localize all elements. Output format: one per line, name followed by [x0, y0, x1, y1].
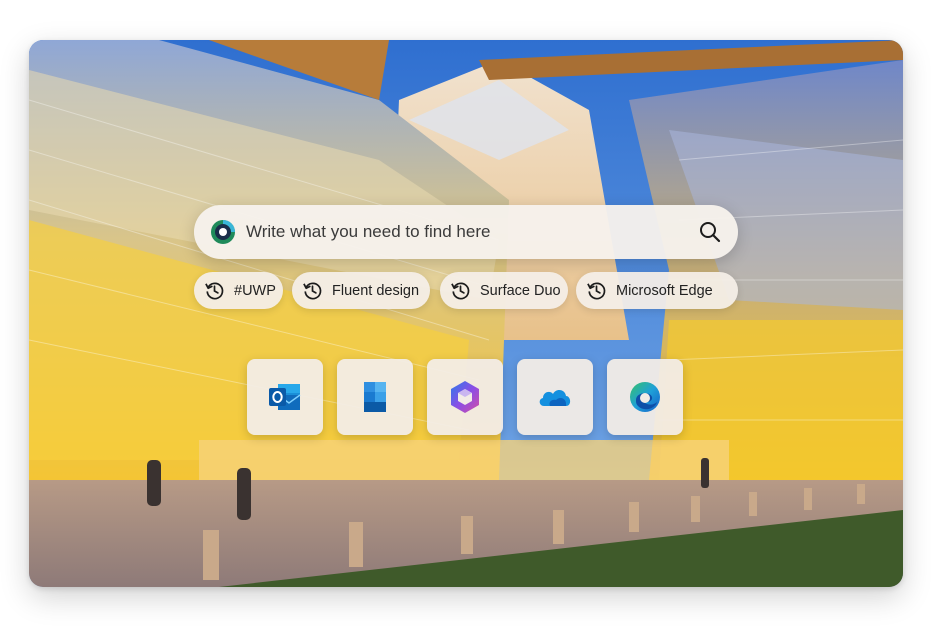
edge-icon	[630, 382, 660, 412]
app-tile-todo[interactable]	[337, 359, 413, 435]
app-tile-onedrive[interactable]	[517, 359, 593, 435]
outlook-icon	[269, 384, 301, 410]
background-photo	[29, 40, 903, 587]
recent-search-label: #UWP	[234, 283, 276, 299]
recent-search-chip[interactable]: Fluent design	[292, 272, 430, 309]
launcher-window: #UWP Fluent design Surface Duo Microsoft…	[29, 40, 903, 587]
app-tile-microsoft-365[interactable]	[427, 359, 503, 435]
todo-icon	[364, 382, 386, 412]
recent-search-label: Fluent design	[332, 283, 420, 299]
recent-search-label: Surface Duo	[480, 283, 561, 299]
microsoft-365-icon	[451, 381, 479, 413]
history-icon	[587, 282, 606, 300]
recent-search-label: Microsoft Edge	[616, 283, 713, 299]
recent-search-chip[interactable]: #UWP	[194, 272, 283, 309]
history-icon	[205, 282, 224, 300]
onedrive-icon	[539, 390, 571, 406]
search-icon[interactable]	[696, 218, 724, 246]
app-tile-outlook[interactable]	[247, 359, 323, 435]
history-icon	[451, 282, 470, 300]
recent-search-chip[interactable]: Microsoft Edge	[576, 272, 738, 309]
app-logo-icon	[211, 220, 235, 244]
recent-search-chip[interactable]: Surface Duo	[440, 272, 568, 309]
search-box[interactable]	[194, 205, 738, 259]
search-input[interactable]	[246, 205, 666, 259]
history-icon	[303, 282, 322, 300]
app-tile-edge[interactable]	[607, 359, 683, 435]
